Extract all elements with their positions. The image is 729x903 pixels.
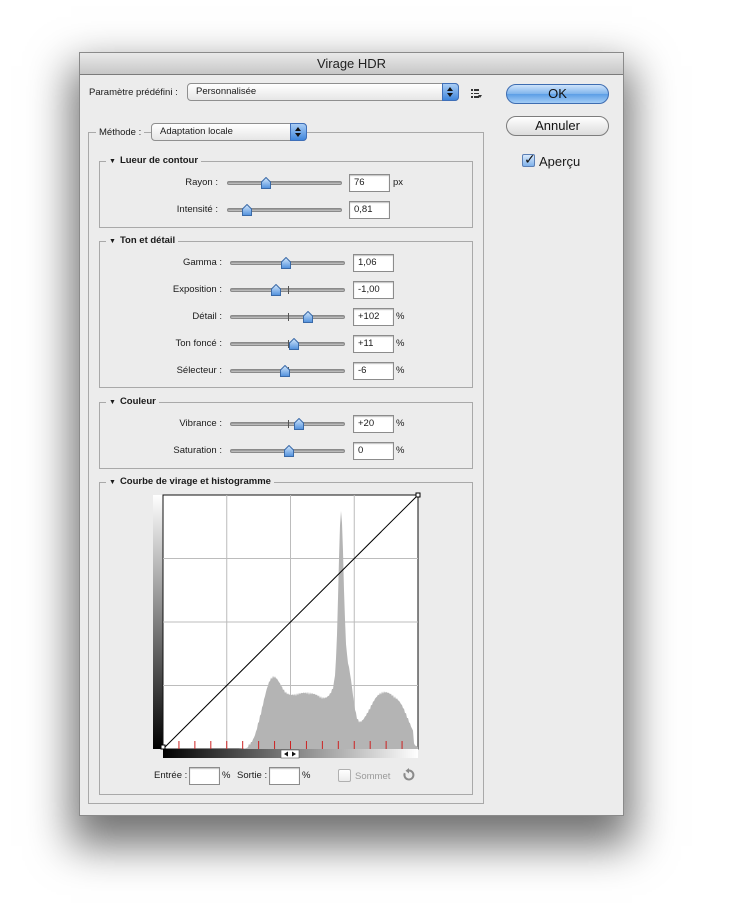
highlight-slider[interactable] [230, 364, 345, 378]
method-label: Méthode : [96, 127, 145, 138]
gamma-label: Gamma : [182, 257, 222, 268]
highlight-unit: % [396, 365, 405, 376]
slider-thumb[interactable] [281, 256, 291, 269]
saturation-unit: % [396, 445, 405, 456]
tone-detail-title-text: Ton et détail [119, 235, 176, 246]
method-select[interactable]: Adaptation locale [151, 123, 307, 141]
radius-label: Rayon : [185, 177, 218, 188]
radius-field[interactable]: 76 [349, 174, 390, 192]
preset-label: Paramètre prédéfini : [89, 87, 178, 98]
slider-thumb[interactable] [261, 176, 271, 189]
corner-label: Sommet [355, 771, 391, 782]
shadow-field[interactable]: +11 [353, 335, 394, 353]
slider-thumb[interactable] [242, 203, 252, 216]
dialog-window: Virage HDR Paramètre prédéfini : Personn… [79, 52, 624, 816]
strength-field[interactable]: 0,81 [349, 201, 390, 219]
radius-slider[interactable] [227, 176, 342, 190]
exposure-slider[interactable] [230, 283, 345, 297]
window-title: Virage HDR [80, 53, 623, 75]
slider-thumb[interactable] [289, 337, 299, 350]
edge-glow-group: ▼ Lueur de contour [99, 155, 473, 228]
detail-field[interactable]: +102 [353, 308, 394, 326]
method-select-value: Adaptation locale [160, 126, 233, 137]
slider-thumb[interactable] [271, 283, 281, 296]
slider-thumb[interactable] [280, 364, 290, 377]
preview-label: Aperçu [539, 154, 581, 169]
edge-glow-title-text: Lueur de contour [119, 155, 199, 166]
shadow-label: Ton foncé : [175, 338, 222, 349]
disclosure-triangle-icon: ▼ [109, 158, 116, 165]
highlight-label: Sélecteur : [176, 365, 222, 376]
disclosure-triangle-icon: ▼ [109, 479, 116, 486]
disclosure-triangle-icon: ▼ [109, 238, 116, 245]
exposure-field[interactable]: -1,00 [353, 281, 394, 299]
cancel-button[interactable]: Annuler [506, 116, 609, 136]
preview-checkbox[interactable]: ✓ [522, 151, 536, 167]
select-arrows-icon [442, 83, 459, 101]
curve-title[interactable]: ▼ Courbe de virage et histogramme [106, 476, 274, 487]
color-title-text: Couleur [119, 396, 156, 407]
input-percent: % [222, 770, 231, 781]
slider-thumb[interactable] [303, 310, 313, 323]
output-gradient-bar [153, 495, 163, 749]
saturation-label: Saturation : [173, 445, 222, 456]
edge-glow-title[interactable]: ▼ Lueur de contour [106, 155, 202, 166]
vibrance-unit: % [396, 418, 405, 429]
curve-title-text: Courbe de virage et histogramme [119, 476, 271, 487]
curve-point-white[interactable] [415, 492, 421, 498]
reset-icon[interactable] [402, 768, 416, 782]
radius-unit: px [393, 177, 404, 188]
color-title[interactable]: ▼ Couleur [106, 396, 159, 407]
input-field[interactable] [189, 767, 220, 785]
highlight-field[interactable]: -6 [353, 362, 394, 380]
saturation-field[interactable]: 0 [353, 442, 394, 460]
color-group: ▼ Couleur [99, 396, 473, 469]
preset-select-value: Personnalisée [196, 86, 257, 97]
saturation-slider[interactable] [230, 444, 345, 458]
slider-thumb[interactable] [294, 417, 304, 430]
select-arrows-icon [290, 123, 307, 141]
slider-thumb[interactable] [284, 444, 294, 457]
gradient-toggle-icon[interactable] [280, 749, 300, 759]
shadow-slider[interactable] [230, 337, 345, 351]
gamma-slider[interactable] [230, 256, 345, 270]
preset-select[interactable]: Personnalisée [187, 83, 459, 101]
tone-detail-title[interactable]: ▼ Ton et détail [106, 235, 179, 246]
strength-slider[interactable] [227, 203, 342, 217]
vibrance-label: Vibrance : [179, 418, 222, 429]
disclosure-triangle-icon: ▼ [109, 399, 116, 406]
output-field[interactable] [269, 767, 300, 785]
curve-point-black[interactable] [160, 744, 166, 750]
list-menu-icon[interactable] [468, 86, 482, 100]
gamma-field[interactable]: 1,06 [353, 254, 394, 272]
input-label: Entrée : [154, 770, 188, 781]
corner-checkbox[interactable] [338, 769, 351, 782]
output-label: Sortie : [237, 770, 268, 781]
ok-button[interactable]: OK [506, 84, 609, 104]
detail-slider[interactable] [230, 310, 345, 324]
checkmark-icon: ✓ [524, 151, 536, 167]
shadow-unit: % [396, 338, 405, 349]
detail-unit: % [396, 311, 405, 322]
output-percent: % [302, 770, 311, 781]
vibrance-field[interactable]: +20 [353, 415, 394, 433]
strength-label: Intensité : [176, 204, 218, 215]
vibrance-slider[interactable] [230, 417, 345, 431]
curve-graph[interactable] [150, 491, 425, 761]
detail-label: Détail : [192, 311, 222, 322]
exposure-label: Exposition : [172, 284, 222, 295]
